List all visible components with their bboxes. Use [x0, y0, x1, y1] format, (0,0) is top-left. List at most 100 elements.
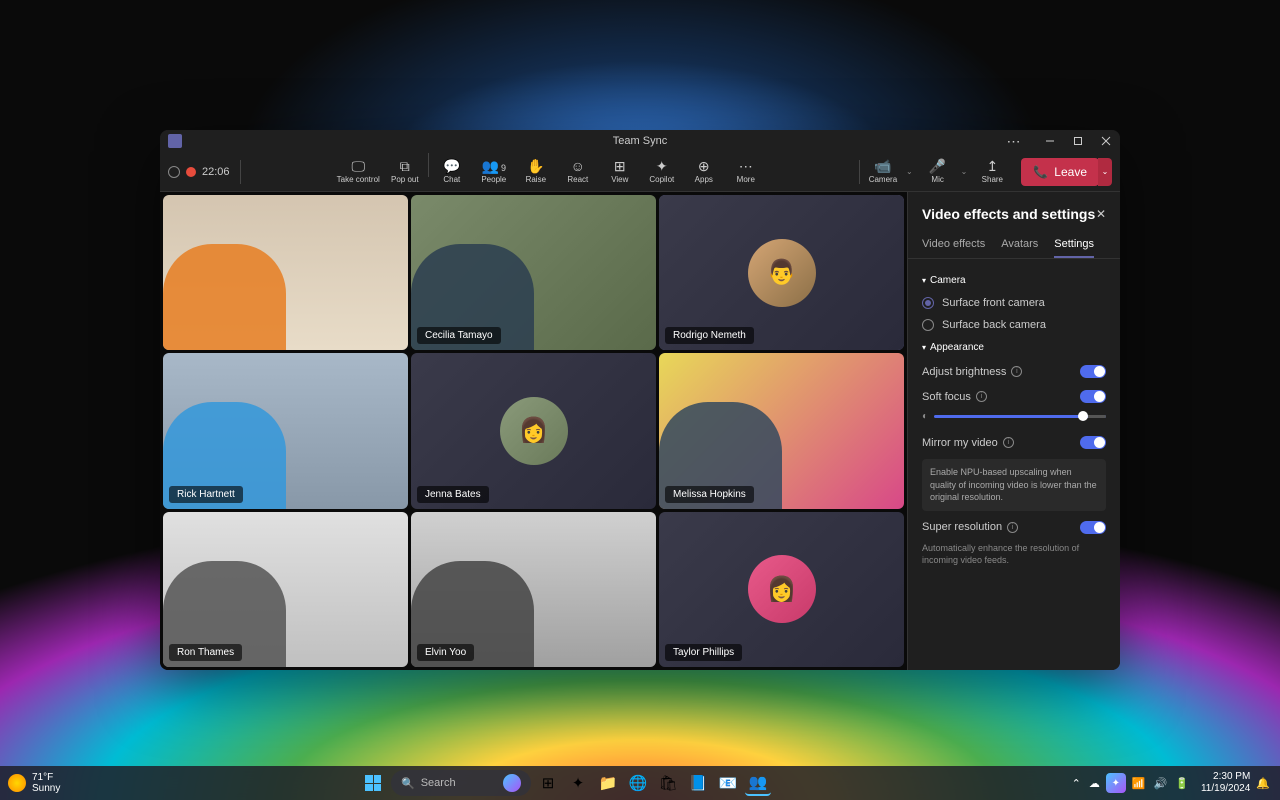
leave-dropdown[interactable]: ⌄	[1098, 158, 1112, 186]
battery-icon[interactable]: 🔋	[1173, 775, 1191, 792]
raise-hand-button[interactable]: ✋ Raise	[515, 153, 557, 191]
file-explorer-icon[interactable]: 📁	[595, 770, 621, 796]
super-resolution-label: Super resolution	[922, 521, 1002, 533]
copilot-button[interactable]: ✦ Copilot	[641, 153, 683, 191]
participant-tile[interactable]: 👩 Jenna Bates	[411, 353, 656, 508]
participant-name: Ron Thames	[169, 644, 242, 661]
leave-button[interactable]: 📞 Leave	[1021, 158, 1099, 186]
participant-tile[interactable]: 👩 Taylor Phillips	[659, 512, 904, 667]
participant-tile[interactable]: Melissa Hopkins	[659, 353, 904, 508]
panel-title: Video effects and settings	[922, 206, 1095, 222]
share-button[interactable]: ↥ Share	[971, 153, 1013, 191]
mic-icon: 🎤	[929, 159, 946, 173]
weather-widget[interactable]: 71°F Sunny	[8, 772, 60, 794]
people-icon: 👥9	[482, 159, 506, 173]
privacy-shield-icon[interactable]	[168, 166, 180, 178]
volume-icon[interactable]: 🔊	[1152, 775, 1170, 792]
notifications-icon[interactable]: 🔔	[1254, 775, 1272, 792]
take-control-button[interactable]: 🖵 Take control	[333, 153, 384, 191]
camera-option-back[interactable]: Surface back camera	[922, 314, 1106, 336]
wifi-icon[interactable]: 📶	[1130, 775, 1148, 792]
recording-time: 22:06	[202, 166, 230, 178]
tab-avatars[interactable]: Avatars	[1001, 232, 1038, 258]
people-button[interactable]: 👥9 People	[473, 153, 515, 191]
copilot-taskbar-icon[interactable]: ✦	[565, 770, 591, 796]
mic-button[interactable]: 🎤 Mic	[917, 153, 959, 191]
pop-out-button[interactable]: ⧉ Pop out	[384, 153, 426, 191]
participant-tile[interactable]: Rick Hartnett	[163, 353, 408, 508]
info-icon[interactable]: i	[1007, 522, 1018, 533]
react-button[interactable]: ☺ React	[557, 153, 599, 191]
window-title: Team Sync	[613, 135, 667, 147]
hangup-icon: 📞	[1033, 165, 1048, 179]
edge-icon[interactable]: 🌐	[625, 770, 651, 796]
window-more-button[interactable]: ⋯	[1000, 130, 1028, 152]
word-icon[interactable]: 📘	[685, 770, 711, 796]
tab-settings[interactable]: Settings	[1054, 232, 1094, 258]
copilot-tray-icon[interactable]: ✦	[1106, 773, 1126, 793]
participant-tile[interactable]: Ron Thames	[163, 512, 408, 667]
search-placeholder: Search	[421, 777, 456, 789]
outlook-icon[interactable]: 📧	[715, 770, 741, 796]
camera-section-header[interactable]: ▾ Camera	[922, 275, 1106, 286]
avatar-icon: 👩	[500, 397, 568, 465]
video-settings-panel: Video effects and settings ✕ Video effec…	[907, 192, 1120, 670]
store-icon[interactable]: 🛍	[655, 770, 681, 796]
participant-name: Rodrigo Nemeth	[665, 327, 754, 344]
video-grid: Cecilia Tamayo 👨 Rodrigo Nemeth Rick Har…	[160, 192, 907, 670]
panel-close-button[interactable]: ✕	[1096, 207, 1106, 221]
more-icon: ⋯	[739, 159, 753, 173]
minimize-button[interactable]	[1036, 130, 1064, 152]
search-icon: 🔍	[401, 777, 415, 790]
grid-icon: ⊞	[614, 159, 626, 173]
mirror-video-label: Mirror my video	[922, 437, 998, 449]
participant-name: Jenna Bates	[417, 486, 489, 503]
soft-focus-toggle[interactable]	[1080, 390, 1106, 403]
caret-down-icon: ▾	[922, 276, 926, 285]
camera-dropdown[interactable]: ⌄	[904, 167, 915, 176]
camera-option-front[interactable]: Surface front camera	[922, 292, 1106, 314]
clock[interactable]: 2:30 PM 11/19/2024	[1201, 771, 1250, 795]
adjust-brightness-toggle[interactable]	[1080, 365, 1106, 378]
camera-button[interactable]: 📹 Camera	[862, 153, 904, 191]
apps-icon: ⊕	[698, 159, 710, 173]
participant-tile[interactable]	[163, 195, 408, 350]
participant-name: Elvin Yoo	[417, 644, 474, 661]
radio-unchecked-icon	[922, 319, 934, 331]
onedrive-icon[interactable]: ☁	[1087, 775, 1102, 792]
screen-icon: 🖵	[351, 159, 365, 173]
separator	[428, 153, 429, 177]
chat-button[interactable]: 💬 Chat	[431, 153, 473, 191]
more-button[interactable]: ⋯ More	[725, 153, 767, 191]
participant-tile[interactable]: Elvin Yoo	[411, 512, 656, 667]
windows-logo-icon	[365, 775, 381, 791]
view-button[interactable]: ⊞ View	[599, 153, 641, 191]
caret-down-icon: ▾	[922, 343, 926, 352]
teams-taskbar-icon[interactable]: 👥	[745, 770, 771, 796]
soft-focus-slider[interactable]	[934, 415, 1106, 418]
apps-button[interactable]: ⊕ Apps	[683, 153, 725, 191]
mirror-video-toggle[interactable]	[1080, 436, 1106, 449]
participant-name: Rick Hartnett	[169, 486, 243, 503]
super-resolution-toggle[interactable]	[1080, 521, 1106, 534]
participant-tile[interactable]: Cecilia Tamayo	[411, 195, 656, 350]
appearance-section-header[interactable]: ▾ Appearance	[922, 342, 1106, 353]
info-icon[interactable]: i	[1003, 437, 1014, 448]
start-button[interactable]	[359, 769, 387, 797]
search-box[interactable]: 🔍 Search	[391, 770, 531, 796]
maximize-button[interactable]	[1064, 130, 1092, 152]
task-view-button[interactable]: ⊞	[535, 770, 561, 796]
meeting-toolbar: 22:06 🖵 Take control ⧉ Pop out 💬 Chat 👥9…	[160, 152, 1120, 192]
close-button[interactable]	[1092, 130, 1120, 152]
teams-meeting-window: Team Sync ⋯ 22:06 🖵 Take control	[160, 130, 1120, 670]
tray-chevron-icon[interactable]: ⌃	[1070, 775, 1083, 792]
info-icon[interactable]: i	[976, 391, 987, 402]
teams-app-icon	[168, 134, 182, 148]
tab-video-effects[interactable]: Video effects	[922, 232, 985, 258]
info-icon[interactable]: i	[1011, 366, 1022, 377]
participant-tile[interactable]: 👨 Rodrigo Nemeth	[659, 195, 904, 350]
participant-name: Taylor Phillips	[665, 644, 742, 661]
camera-icon: 📹	[874, 159, 891, 173]
mic-dropdown[interactable]: ⌄	[959, 167, 970, 176]
soft-focus-label: Soft focus	[922, 391, 971, 403]
